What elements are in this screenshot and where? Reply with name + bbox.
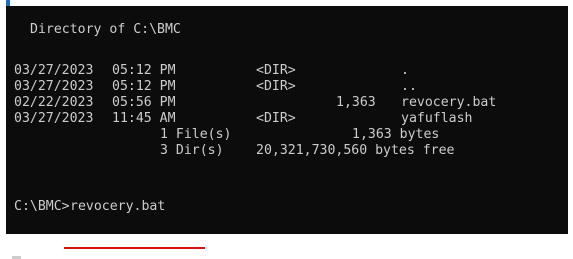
entry-date: 02/22/2023	[14, 95, 94, 110]
entry-size: 1,363	[336, 95, 376, 110]
entry-name: ..	[401, 79, 417, 94]
entry-name: yafuflash	[401, 111, 473, 126]
command-underline-annotation	[64, 247, 205, 249]
entry-time: 05:12 PM	[112, 79, 176, 94]
file-bytes: 1,363 bytes	[352, 127, 440, 142]
entry-type: <DIR>	[256, 111, 296, 126]
entry-date: 03/27/2023	[14, 63, 94, 78]
typed-command[interactable]: revocery.bat	[70, 199, 165, 215]
command-prompt-console[interactable]: Directory of C:\BMC 03/27/2023 05:12 PM …	[6, 6, 568, 234]
directory-header: Directory of C:\BMC	[30, 22, 181, 37]
entry-type: <DIR>	[256, 79, 296, 94]
entry-name: .	[401, 63, 409, 78]
entry-time: 11:45 AM	[112, 111, 176, 126]
entry-name: revocery.bat	[401, 95, 497, 110]
entry-type: <DIR>	[256, 63, 296, 78]
file-count: 1 File(s)	[160, 127, 232, 142]
entry-time: 05:12 PM	[112, 63, 176, 78]
prompt-path: C:\BMC>	[14, 199, 70, 214]
entry-date: 03/27/2023	[14, 111, 94, 126]
entry-time: 05:56 PM	[112, 95, 176, 110]
dir-count: 3 Dir(s)	[160, 143, 224, 158]
free-bytes: 20,321,730,560 bytes free	[256, 143, 455, 158]
entry-date: 03/27/2023	[14, 79, 94, 94]
